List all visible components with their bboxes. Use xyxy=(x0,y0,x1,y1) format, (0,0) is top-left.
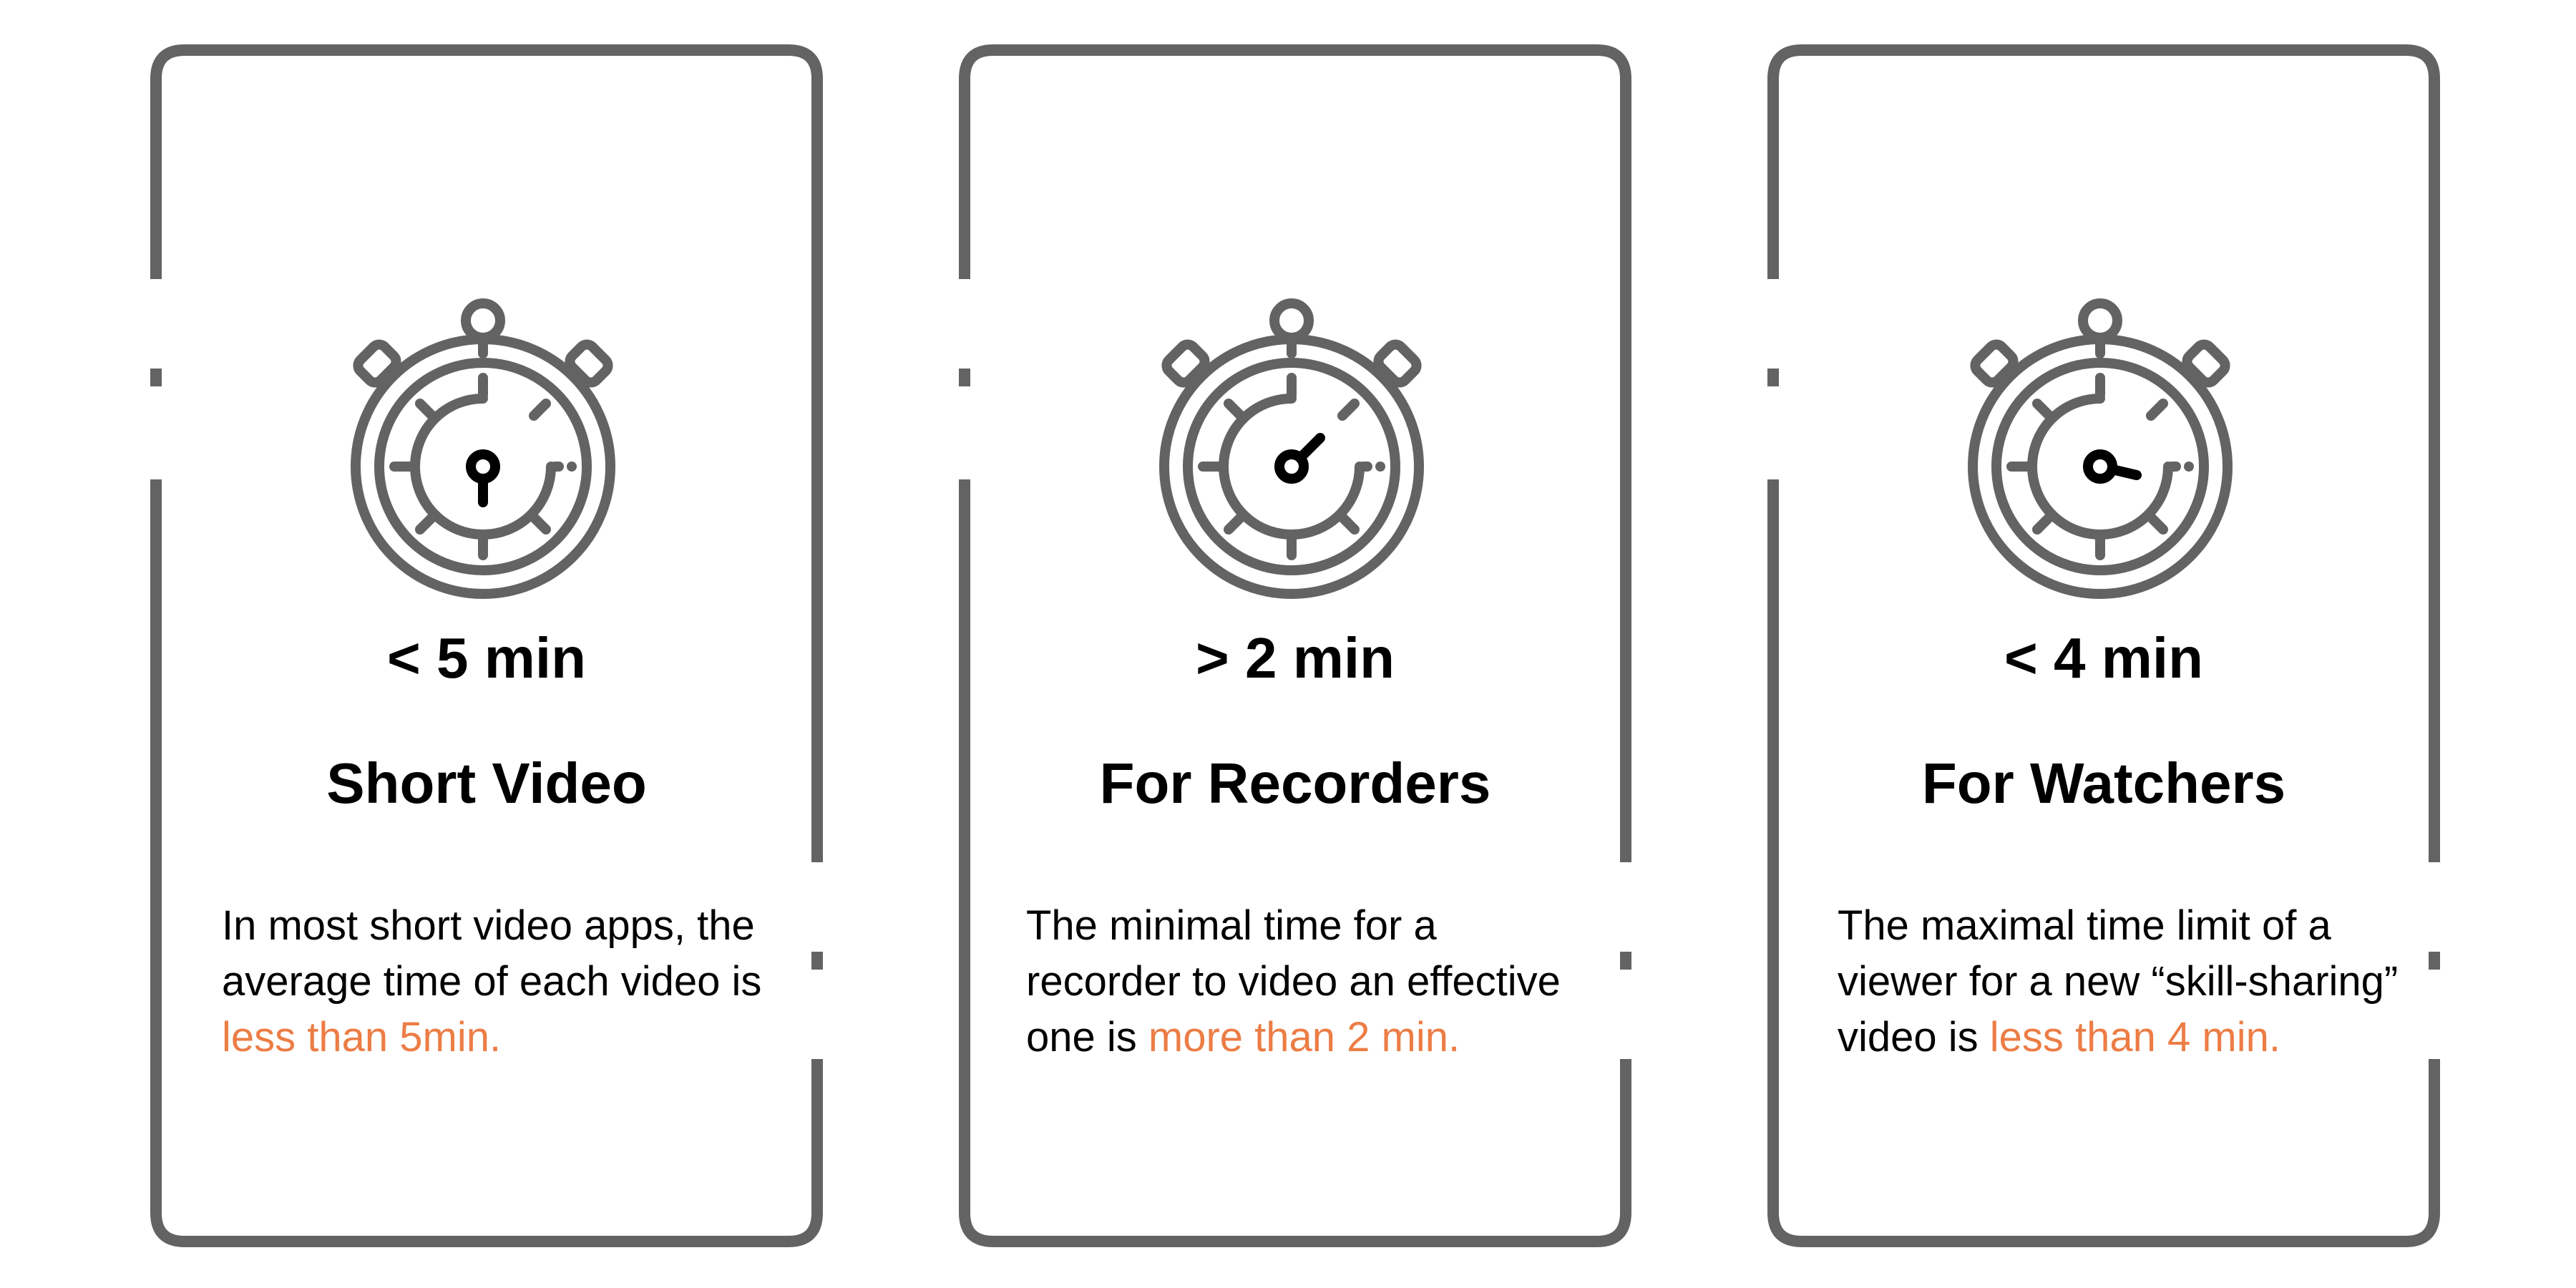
stat-value: < 5 min xyxy=(387,626,586,690)
description-highlight: less than 4 min. xyxy=(1989,1014,2280,1060)
card-description: In most short video apps, the average ti… xyxy=(222,898,794,1065)
card-title: For Watchers xyxy=(1921,751,2286,815)
card-title: Short Video xyxy=(326,751,647,815)
stopwatch-icon xyxy=(1968,298,2233,599)
stopwatch-icon xyxy=(351,298,615,599)
stat-value: > 2 min xyxy=(1196,626,1395,690)
card-title: For Recorders xyxy=(1099,751,1491,815)
description-text: In most short video apps, the average ti… xyxy=(222,902,762,1005)
stat-value: < 4 min xyxy=(2004,626,2203,690)
card-description: The maximal time limit of a viewer for a… xyxy=(1838,898,2410,1065)
stopwatch-icon xyxy=(1159,298,1424,599)
description-highlight: less than 5min. xyxy=(222,1014,502,1060)
card-for-watchers: < 4 min For Watchers The maximal time li… xyxy=(1767,0,2440,1288)
card-short-video: < 5 min Short Video In most short video … xyxy=(150,0,823,1288)
card-description: The minimal time for a recorder to video… xyxy=(1026,898,1599,1065)
card-for-recorders: > 2 min For Recorders The minimal time f… xyxy=(959,0,1631,1288)
description-highlight: more than 2 min. xyxy=(1148,1014,1460,1060)
